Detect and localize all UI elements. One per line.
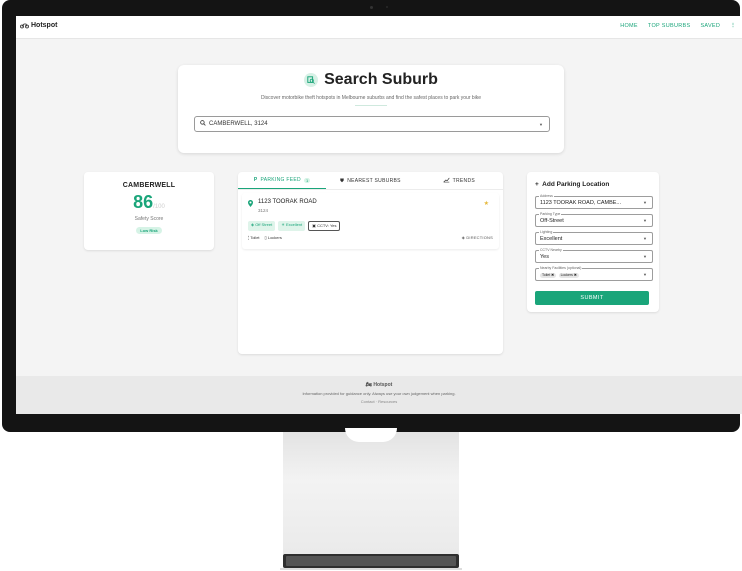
field-value: Off-Street	[540, 218, 564, 224]
lighting-select[interactable]: Lighting Excellent ▼	[535, 230, 653, 245]
nav-top-suburbs[interactable]: TOP SUBURBS	[648, 23, 691, 29]
parking-attributes: ◈ Off Street ☀ Excellent ▣ CCTV: Yes	[248, 221, 341, 231]
footer-disclaimer: Information provided for guidance only. …	[302, 391, 456, 396]
tab-label: NEAREST SUBURBS	[347, 177, 401, 184]
star-icon[interactable]: ★	[484, 200, 489, 207]
parking-feed-card: P PARKING FEED 1 ⛊ NEAREST SUBURBS TREND…	[238, 172, 503, 354]
top-nav-bar: Hotspot HOME TOP SUBURBS SAVED ⋮	[16, 16, 742, 39]
camera-dot	[370, 6, 373, 9]
chip-label: Lockers	[560, 273, 573, 277]
chevron-down-icon[interactable]: ▼	[643, 254, 647, 259]
tab-label: TRENDS	[452, 177, 475, 184]
motorbike-icon	[20, 23, 29, 29]
search-subtitle: Discover motorbike theft hotspots in Mel…	[260, 95, 482, 101]
safety-score-label: Safety Score	[134, 216, 164, 222]
field-label: CCTV Nearby	[539, 248, 563, 252]
parking-icon: P	[253, 177, 258, 183]
feed-tabs: P PARKING FEED 1 ⛊ NEAREST SUBURBS TREND…	[238, 172, 503, 190]
chevron-down-icon[interactable]: ▼	[643, 200, 647, 205]
score-number: 86	[133, 192, 154, 212]
field-value: Excellent	[540, 236, 563, 242]
facility-lockers: ▯ Lockers	[264, 235, 282, 240]
safety-score-value: 86/100	[84, 192, 214, 213]
field-label: Lighting	[539, 230, 554, 234]
chip-lighting: ☀ Excellent	[278, 221, 306, 231]
title-divider	[355, 105, 387, 106]
score-max: /100	[153, 204, 165, 210]
nav-links: HOME TOP SUBURBS SAVED ⋮	[620, 23, 736, 29]
field-label: Address	[539, 194, 554, 198]
facilities-multiselect[interactable]: Nearby Facilities (optional) Toilet ✖ Lo…	[535, 266, 653, 281]
chevron-down-icon[interactable]: ▼	[643, 272, 647, 277]
risk-badge: Low Risk	[136, 227, 162, 234]
screen: Hotspot HOME TOP SUBURBS SAVED ⋮ Search …	[16, 16, 742, 414]
search-title: Search Suburb	[324, 71, 438, 88]
search-icon	[200, 120, 206, 128]
add-parking-heading: + Add Parking Location	[535, 181, 610, 188]
facility-chip[interactable]: Toilet ✖	[540, 273, 557, 278]
search-heading: Search Suburb	[178, 71, 564, 89]
trend-chart-icon	[443, 177, 450, 185]
nav-home[interactable]: HOME	[620, 23, 638, 29]
add-parking-form: + Add Parking Location Address 1123 TOOR…	[527, 172, 659, 312]
footer: 🏍 Hotspot Information provided for guida…	[16, 376, 742, 414]
feed-count-badge: 1	[303, 177, 311, 183]
brand-name: Hotspot	[31, 22, 58, 29]
parking-postcode: 3124	[258, 208, 269, 213]
facilities-list: 🕯 Toilet ▯ Lockers	[248, 235, 282, 240]
more-menu-icon[interactable]: ⋮	[730, 23, 736, 29]
tab-trends[interactable]: TRENDS	[415, 172, 503, 189]
stand-base-inner	[286, 556, 456, 566]
tab-nearest-suburbs[interactable]: ⛊ NEAREST SUBURBS	[326, 172, 414, 189]
chip-label: Toilet	[542, 273, 551, 277]
chevron-down-icon[interactable]: ▼	[643, 236, 647, 241]
monitor-stand	[283, 432, 459, 554]
add-parking-title: Add Parking Location	[542, 181, 610, 188]
facility-toilet: 🕯 Toilet	[248, 235, 260, 240]
chevron-down-icon[interactable]: ▼	[539, 122, 543, 127]
map-search-icon	[304, 73, 319, 87]
field-value: Yes	[540, 254, 549, 260]
cctv-select[interactable]: CCTV Nearby Yes ▼	[535, 248, 653, 263]
search-value: CAMBERWELL, 3124	[209, 121, 268, 127]
facility-chip[interactable]: Lockers ✖	[558, 273, 579, 278]
address-field[interactable]: Address 1123 TOORAK ROAD, CAMBE... ▼	[535, 194, 653, 209]
nav-saved[interactable]: SAVED	[700, 23, 720, 29]
location-pin-icon	[248, 200, 253, 207]
suburb-search-input[interactable]: CAMBERWELL, 3124 ▼	[194, 116, 550, 132]
chip-label: Excellent	[285, 222, 303, 227]
facility-label: Lockers	[267, 235, 282, 240]
footer-brand: 🏍 Hotspot	[365, 382, 393, 388]
suburb-name: CAMBERWELL	[122, 182, 176, 189]
chip-parking-type: ◈ Off Street	[248, 221, 276, 231]
facility-label: Toilet	[250, 235, 260, 240]
camera-sensor	[386, 6, 388, 8]
field-label: Parking Type	[539, 212, 562, 216]
field-label: Nearby Facilities (optional)	[539, 266, 583, 270]
footer-links[interactable]: Contact · Resources	[16, 399, 742, 404]
field-value: 1123 TOORAK ROAD, CAMBE...	[540, 200, 621, 206]
stand-shadow	[280, 568, 462, 570]
safety-score-card: CAMBERWELL 86/100 Safety Score Low Risk	[84, 172, 214, 250]
chip-label: CCTV: Yes	[317, 223, 337, 228]
chip-cctv: ▣ CCTV: Yes	[308, 221, 341, 231]
facility-chips: Toilet ✖ Lockers ✖	[540, 272, 580, 278]
search-card: Search Suburb Discover motorbike theft h…	[178, 65, 564, 153]
brand-logo[interactable]: Hotspot	[20, 22, 57, 29]
footer-brand-name: Hotspot	[373, 382, 393, 388]
submit-button[interactable]: SUBMIT	[535, 291, 649, 305]
parking-address: 1123 TOORAK ROAD	[258, 199, 317, 205]
shield-icon: ⛊	[340, 177, 345, 184]
stand-cutout	[345, 428, 397, 442]
chevron-down-icon[interactable]: ▼	[643, 218, 647, 223]
directions-label: DIRECTIONS	[466, 235, 493, 240]
tab-parking-feed[interactable]: P PARKING FEED 1	[238, 172, 327, 189]
parking-list-item[interactable]: 1123 TOORAK ROAD 3124 ★ ◈ Off Street ☀ E…	[242, 193, 499, 249]
directions-button[interactable]: ◈ DIRECTIONS	[462, 235, 493, 240]
tab-label: PARKING FEED	[260, 177, 301, 183]
chip-label: Off Street	[255, 222, 273, 227]
parking-type-select[interactable]: Parking Type Off-Street ▼	[535, 212, 653, 227]
